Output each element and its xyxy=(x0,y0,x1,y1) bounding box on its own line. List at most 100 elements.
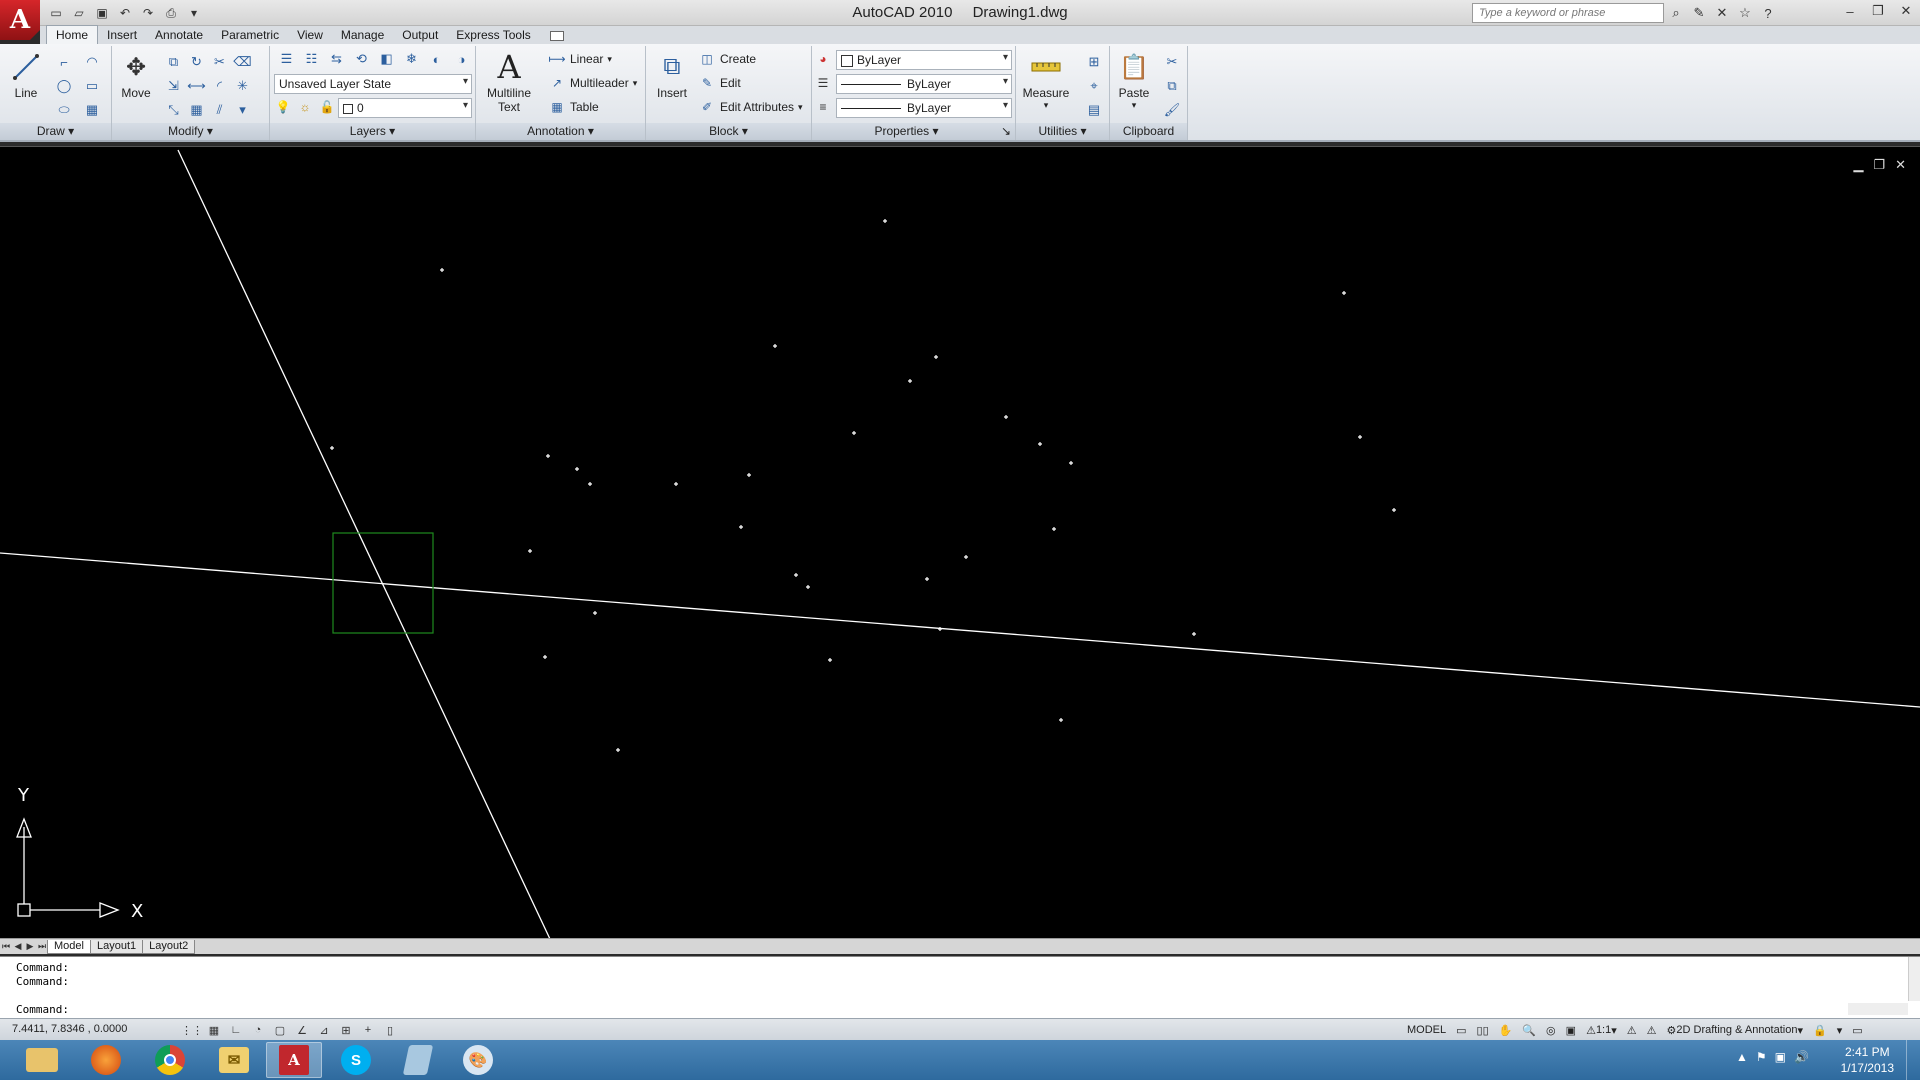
polyline-icon[interactable]: ⌐ xyxy=(50,50,78,74)
taskbar-paint[interactable]: 🎨 xyxy=(450,1042,506,1078)
taskbar-outlook[interactable]: ✉ xyxy=(206,1042,262,1078)
id-point-icon[interactable]: ⌖ xyxy=(1082,74,1106,98)
object-snap-tracking-icon[interactable]: ∠ xyxy=(292,1021,312,1039)
snap-mode-icon[interactable]: ⋮⋮ xyxy=(181,1021,203,1039)
tab-parametric[interactable]: Parametric xyxy=(212,26,288,44)
command-window[interactable]: Command: Command: Command: xyxy=(0,956,1920,1018)
point-marker[interactable] xyxy=(908,379,912,383)
command-hscrollbar[interactable] xyxy=(1848,1003,1908,1015)
linear-dimension-button[interactable]: ⟼ Linear ▾ xyxy=(548,48,612,70)
point-marker[interactable] xyxy=(330,446,334,450)
steering-wheel-icon[interactable]: ◎ xyxy=(1543,1021,1559,1039)
dynamic-input-icon[interactable]: ⊞ xyxy=(336,1021,356,1039)
construction-line-steep[interactable] xyxy=(177,149,551,939)
network-icon[interactable]: ▣ xyxy=(1775,1050,1786,1064)
hatch-icon[interactable]: ▦ xyxy=(78,98,106,122)
favorites-icon[interactable]: ☆ xyxy=(1735,3,1755,23)
toolbar-lock-icon[interactable]: 🔒 xyxy=(1810,1021,1830,1039)
circle-icon[interactable]: ◯ xyxy=(50,74,78,98)
erase-icon[interactable]: ⌫ xyxy=(231,50,254,74)
coordinates-readout[interactable]: 7.4411, 7.8346 , 0.0000 xyxy=(12,1023,127,1035)
multileader-button[interactable]: ↗ Multileader ▾ xyxy=(548,72,637,94)
taskbar-notepad[interactable] xyxy=(390,1042,446,1078)
point-marker[interactable] xyxy=(883,219,887,223)
quick-view-layouts-icon[interactable]: ▭ xyxy=(1453,1021,1469,1039)
tab-manage[interactable]: Manage xyxy=(332,26,393,44)
tab-insert[interactable]: Insert xyxy=(98,26,146,44)
model-space-toggle[interactable]: MODEL xyxy=(1404,1021,1449,1039)
system-clock[interactable]: 2:41 PM 1/17/2013 xyxy=(1841,1044,1894,1076)
point-marker[interactable] xyxy=(440,268,444,272)
command-prompt[interactable]: Command: xyxy=(16,1003,69,1016)
layer-off-icon[interactable]: ◐ xyxy=(424,48,449,70)
first-layout-icon[interactable]: ⏮ xyxy=(0,941,12,952)
ribbon-minimize-icon[interactable] xyxy=(549,31,564,41)
unlock-icon[interactable]: 🔓 xyxy=(318,98,336,116)
ellipse-icon[interactable]: ⬭ xyxy=(50,98,78,122)
rotate-icon[interactable]: ↻ xyxy=(185,50,208,74)
annotation-scale[interactable]: ⚠ 1:1 ▾ xyxy=(1583,1021,1620,1039)
tab-output[interactable]: Output xyxy=(393,26,447,44)
undo-icon[interactable]: ↶ xyxy=(115,4,135,22)
qat-dropdown-icon[interactable]: ▾ xyxy=(184,4,204,22)
point-marker[interactable] xyxy=(828,658,832,662)
zoom-icon[interactable]: 🔍 xyxy=(1519,1021,1539,1039)
tab-view[interactable]: View xyxy=(288,26,332,44)
point-marker[interactable] xyxy=(1038,442,1042,446)
layer-state-dropdown[interactable]: Unsaved Layer State xyxy=(274,74,472,94)
point-marker[interactable] xyxy=(1192,632,1196,636)
plot-icon[interactable]: ⎙ xyxy=(161,4,181,22)
close-icon[interactable]: ✕ xyxy=(1892,0,1920,22)
tray-expand-icon[interactable]: ▲ xyxy=(1736,1050,1748,1064)
sun-icon[interactable]: ☼ xyxy=(296,98,314,116)
create-block-button[interactable]: ◫ Create xyxy=(698,48,756,70)
showmotion-icon[interactable]: ▣ xyxy=(1563,1021,1579,1039)
point-marker[interactable] xyxy=(588,482,592,486)
annotation-visibility-icon[interactable]: ⚠ xyxy=(1624,1021,1640,1039)
match-properties-icon[interactable]: 🖌 xyxy=(1160,98,1184,122)
redo-icon[interactable]: ↷ xyxy=(138,4,158,22)
polar-tracking-icon[interactable]: ◔ xyxy=(248,1021,268,1039)
point-marker[interactable] xyxy=(794,573,798,577)
point-marker[interactable] xyxy=(1059,718,1063,722)
layer-states-icon[interactable]: ☷ xyxy=(299,48,324,70)
new-file-icon[interactable]: ▭ xyxy=(46,4,66,22)
point-marker[interactable] xyxy=(593,611,597,615)
construction-line-shallow[interactable] xyxy=(0,552,1920,708)
object-snap-icon[interactable]: ▢ xyxy=(270,1021,290,1039)
point-marker[interactable] xyxy=(806,585,810,589)
current-layer-dropdown[interactable]: 0 xyxy=(338,98,472,118)
paste-button[interactable]: 📋 Paste ▾ xyxy=(1114,50,1154,111)
point-marker[interactable] xyxy=(1004,415,1008,419)
layer-freeze-icon[interactable]: ❄ xyxy=(399,48,424,70)
annotation-panel-title[interactable]: Annotation ▾ xyxy=(476,123,645,140)
minimize-icon[interactable]: – xyxy=(1836,0,1864,22)
command-scrollbar[interactable] xyxy=(1908,957,1920,1001)
ortho-mode-icon[interactable]: ∟ xyxy=(226,1021,246,1039)
explode-icon[interactable]: ✳ xyxy=(231,74,254,98)
action-center-flag-icon[interactable]: ⚑ xyxy=(1756,1050,1767,1064)
modify-panel-title[interactable]: Modify ▾ xyxy=(112,123,269,140)
table-button[interactable]: ▦ Table xyxy=(548,96,598,118)
layer-properties-icon[interactable]: ☰ xyxy=(274,48,299,70)
linetype-dropdown[interactable]: ByLayer xyxy=(836,74,1012,94)
draw-panel-title[interactable]: Draw ▾ xyxy=(0,123,111,140)
point-marker[interactable] xyxy=(575,467,579,471)
lineweight-toggle-icon[interactable]: + xyxy=(358,1021,378,1039)
drawing-canvas[interactable]: ▁ ❐ ✕ Y X xyxy=(0,146,1920,939)
point-marker[interactable] xyxy=(1358,435,1362,439)
taskbar-chrome[interactable] xyxy=(142,1042,198,1078)
point-marker[interactable] xyxy=(938,627,942,631)
calculator-icon[interactable]: ▤ xyxy=(1082,98,1106,122)
layers-panel-title[interactable]: Layers ▾ xyxy=(270,123,475,140)
point-marker[interactable] xyxy=(1052,527,1056,531)
layer-match-icon[interactable]: ⇆ xyxy=(324,48,349,70)
lightbulb-icon[interactable]: 💡 xyxy=(274,98,292,116)
point-marker[interactable] xyxy=(747,473,751,477)
layer-previous-icon[interactable]: ⟲ xyxy=(349,48,374,70)
rectangle-icon[interactable]: ▭ xyxy=(78,74,106,98)
taskbar-explorer[interactable] xyxy=(14,1042,70,1078)
tab-express-tools[interactable]: Express Tools xyxy=(447,26,539,44)
help-icon[interactable]: ? xyxy=(1758,3,1778,23)
point-marker[interactable] xyxy=(674,482,678,486)
